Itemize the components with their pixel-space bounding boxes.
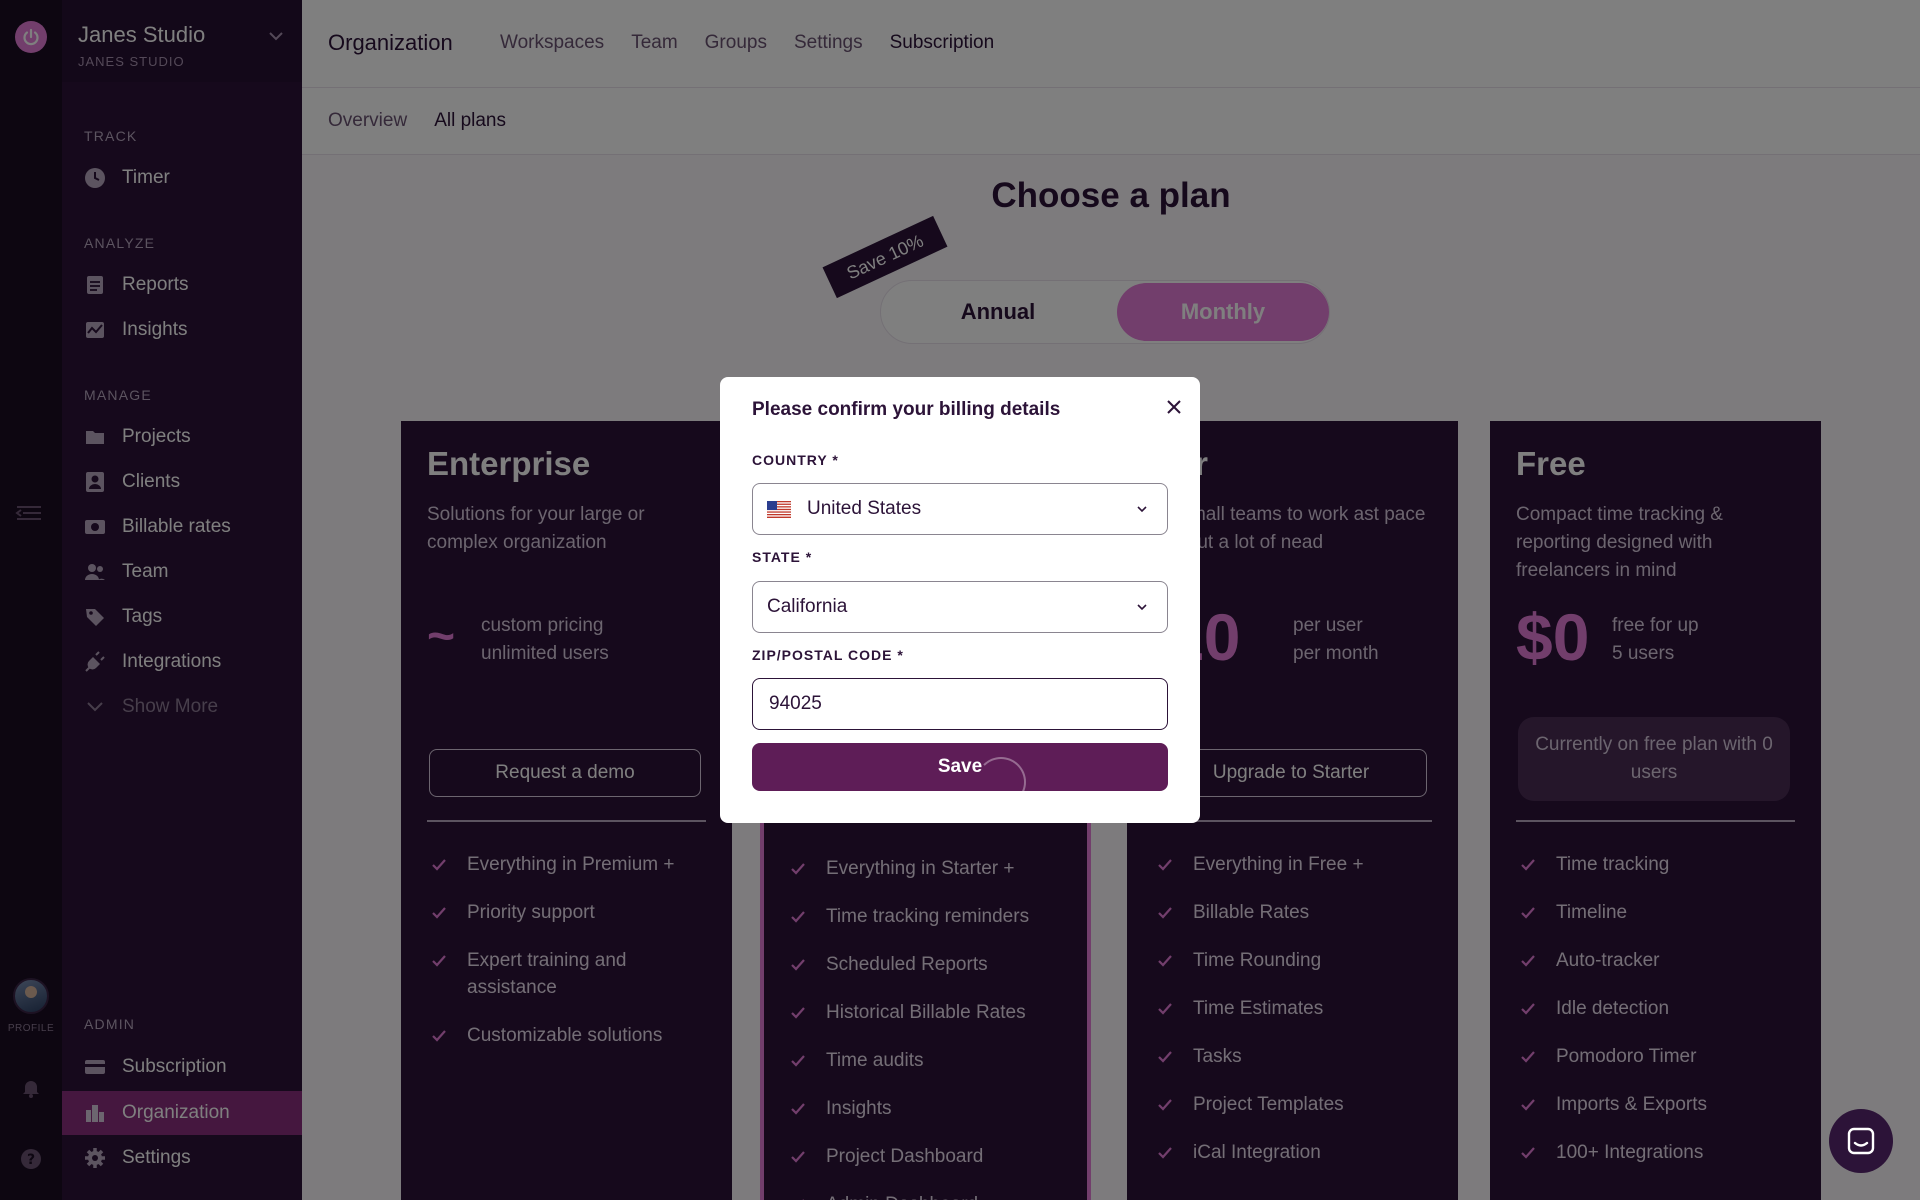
- zip-input[interactable]: 94025: [752, 678, 1168, 730]
- zip-label: ZIP/POSTAL CODE *: [752, 647, 904, 663]
- country-label: COUNTRY *: [752, 452, 839, 468]
- save-button[interactable]: Save: [752, 743, 1168, 791]
- chat-icon: [1847, 1127, 1875, 1155]
- us-flag-icon: [767, 500, 791, 518]
- close-icon[interactable]: [1162, 395, 1186, 419]
- chat-button[interactable]: [1829, 1109, 1893, 1173]
- state-label: STATE *: [752, 549, 813, 565]
- loading-spinner: [976, 757, 1026, 807]
- chevron-down-icon: [1137, 604, 1147, 611]
- state-value: California: [767, 596, 848, 617]
- state-select[interactable]: California: [752, 581, 1168, 633]
- modal-title: Please confirm your billing details: [752, 399, 1061, 420]
- chevron-down-icon: [1137, 506, 1147, 513]
- billing-details-modal: Please confirm your billing details COUN…: [720, 377, 1200, 823]
- country-select[interactable]: United States: [752, 483, 1168, 535]
- country-value: United States: [807, 498, 922, 519]
